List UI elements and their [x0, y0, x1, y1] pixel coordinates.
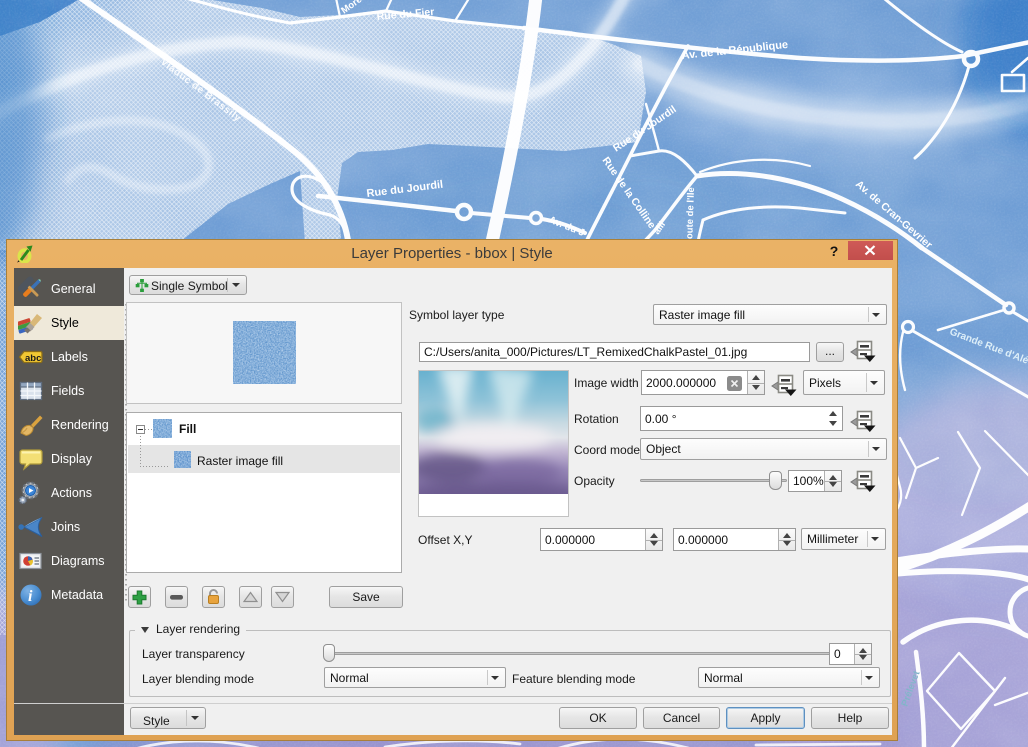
svg-text:abc: abc	[25, 353, 41, 364]
svg-text:i: i	[28, 588, 33, 605]
